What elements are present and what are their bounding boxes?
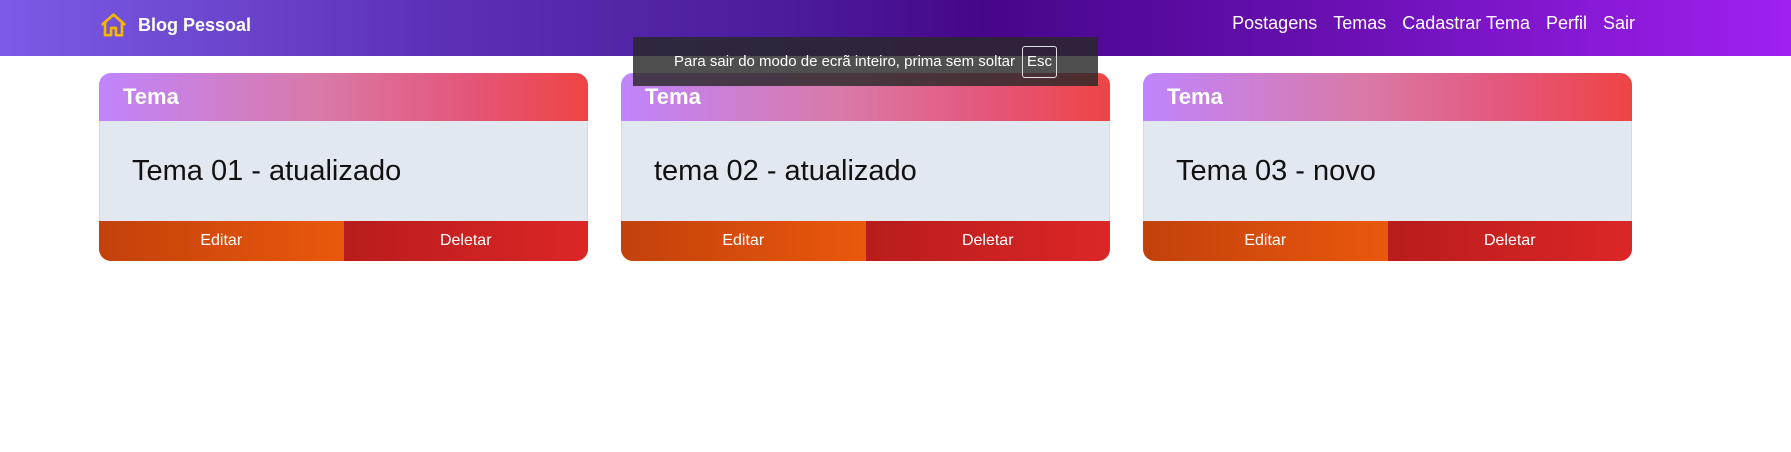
brand-link[interactable]: Blog Pessoal [99,10,251,40]
edit-button[interactable]: Editar [621,221,866,261]
nav-link-temas[interactable]: Temas [1333,13,1386,34]
card-actions: Editar Deletar [1143,221,1632,261]
nav-link-cadastrar-tema[interactable]: Cadastrar Tema [1402,13,1530,34]
card-header-title: Tema [1167,84,1223,109]
theme-card: Tema Tema 03 - novo Editar Deletar [1143,73,1632,261]
delete-button[interactable]: Deletar [1387,221,1632,261]
card-body: Tema 01 - atualizado [99,121,588,221]
card-header-title: Tema [123,84,179,109]
card-actions: Editar Deletar [99,221,588,261]
theme-card: Tema Tema 01 - atualizado Editar Deletar [99,73,588,261]
delete-button[interactable]: Deletar [865,221,1110,261]
card-body: tema 02 - atualizado [621,121,1110,221]
card-header: Tema [1143,73,1632,121]
brand-title: Blog Pessoal [138,14,252,35]
nav-link-perfil[interactable]: Perfil [1546,13,1587,34]
card-header: Tema [99,73,588,121]
edit-button[interactable]: Editar [1143,221,1388,261]
home-icon [99,11,128,40]
card-body: Tema 03 - novo [1143,121,1632,221]
fullscreen-exit-notice: Para sair do modo de ecrã inteiro, prima… [633,37,1098,86]
fullscreen-notice-text: Para sair do modo de ecrã inteiro, prima… [674,53,1015,70]
nav-links: Postagens Temas Cadastrar Tema Perfil Sa… [1232,13,1635,34]
edit-button[interactable]: Editar [99,221,344,261]
theme-description: tema 02 - atualizado [654,154,917,187]
esc-key-badge: Esc [1021,45,1057,78]
nav-link-postagens[interactable]: Postagens [1232,13,1317,34]
nav-link-sair[interactable]: Sair [1603,13,1635,34]
theme-card: Tema tema 02 - atualizado Editar Deletar [621,73,1110,261]
theme-description: Tema 01 - atualizado [132,154,402,187]
card-header-title: Tema [645,84,701,109]
theme-description: Tema 03 - novo [1176,154,1376,187]
delete-button[interactable]: Deletar [343,221,588,261]
card-actions: Editar Deletar [621,221,1110,261]
